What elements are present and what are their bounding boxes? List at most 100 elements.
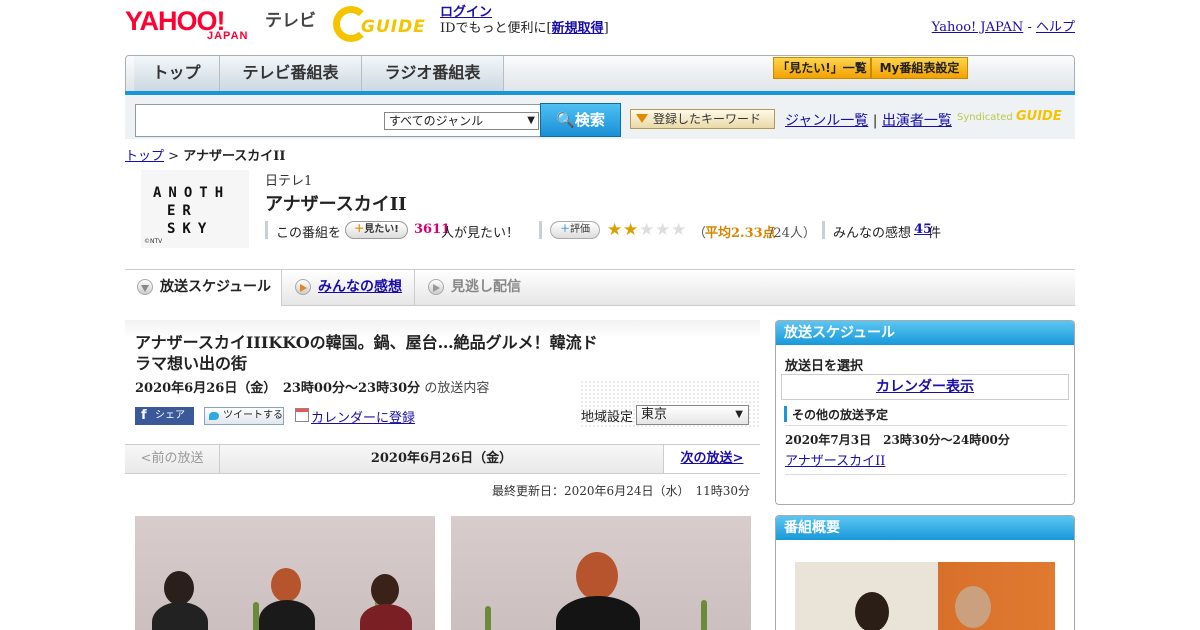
other-schedule-header: その他の放送予定 — [792, 408, 889, 422]
region-value: 東京 — [641, 407, 668, 422]
logo-line-1: ANOTH — [153, 185, 231, 201]
region-label: 地域設定 — [581, 410, 634, 425]
performer-list-link[interactable]: 出演者一覧 — [882, 113, 952, 129]
triangle-down-icon — [636, 114, 648, 123]
episode-datetime: 2020年6月26日（金） 23時00分～23時30分 — [135, 381, 421, 396]
tv-label: テレビ — [265, 11, 316, 31]
calendar-register-link[interactable]: カレンダーに登録 — [295, 407, 415, 426]
rate-button[interactable]: ＋評価 — [550, 221, 600, 239]
other-datetime: 2020年7月3日 23時30分～24時00分 — [785, 433, 1010, 447]
chevron-down-icon: ▼ — [527, 115, 535, 126]
tab-schedule-label: 放送スケジュール — [160, 279, 272, 295]
breadcrumb-current: アナザースカイII — [183, 149, 286, 164]
gguide-text: GUIDE — [361, 17, 426, 37]
rate-button-label: 評価 — [570, 224, 590, 235]
channel-name: 日テレ1 — [265, 174, 313, 189]
program-logo-text: ANOTH ER SKY — [153, 184, 230, 238]
main-content: アナザースカイIIIKKOの韓国。鍋、屋台…絶品グルメ！韓流ドラマ想い出の街 2… — [125, 320, 760, 630]
mitai-button[interactable]: ＋見たい! — [345, 221, 408, 239]
syndicated-logo: GUIDE — [1015, 109, 1062, 124]
person-head — [271, 568, 301, 602]
breadcrumb-sep: > — [168, 149, 180, 164]
tab-streaming: 見逃し配信 — [416, 270, 546, 306]
login-link[interactable]: ログイン — [440, 5, 492, 20]
prev-broadcast: <前の放送 — [125, 445, 220, 473]
person-body — [556, 596, 640, 630]
logo-sub: JAPAN — [207, 30, 249, 42]
chevron-right-icon — [295, 279, 311, 295]
person-head — [955, 586, 991, 628]
tweet-button[interactable]: ツイートする — [204, 407, 284, 425]
tab-schedule[interactable]: 放送スケジュール — [125, 270, 282, 306]
id-suffix: ] — [603, 21, 609, 36]
person-head — [371, 574, 399, 606]
region-select[interactable]: 東京 ▼ — [636, 405, 749, 425]
mitai-list-button[interactable]: 「見たい!」一覧 — [773, 57, 871, 79]
tab-impressions-label[interactable]: みんなの感想 — [318, 279, 402, 295]
person-body — [152, 602, 208, 630]
breadcrumb-top[interactable]: トップ — [125, 149, 164, 164]
person-body — [259, 600, 315, 630]
next-broadcast[interactable]: 次の放送> — [663, 445, 760, 473]
schedule-box: 放送スケジュール 放送日を選択 カレンダー表示 その他の放送予定 2020年7月… — [775, 320, 1075, 505]
genre-list-link[interactable]: ジャンル一覧 — [785, 113, 868, 129]
divider — [785, 425, 1067, 426]
keyword-button[interactable]: 登録したキーワード — [630, 109, 775, 129]
nav-tab-top[interactable]: トップ — [134, 56, 220, 91]
star-empty-icon: ★ — [671, 220, 687, 240]
signup-link[interactable]: 新規取得 — [552, 21, 604, 36]
top-links-separator: - — [1027, 20, 1032, 35]
other-title-link[interactable]: アナザースカイII — [785, 450, 885, 469]
yahoo-japan-logo[interactable]: YAHOO! JAPAN — [125, 6, 262, 46]
schedule-box-header: 放送スケジュール — [776, 321, 1074, 345]
gguide-logo: GUIDE — [333, 6, 435, 42]
calendar-link[interactable]: カレンダー表示 — [876, 379, 974, 395]
divider — [539, 221, 542, 239]
mitai-button-label: 見たい! — [364, 224, 399, 235]
calendar-box[interactable]: カレンダー表示 — [781, 374, 1069, 400]
my-schedule-button[interactable]: My番組表設定 — [871, 57, 968, 79]
facebook-share-button[interactable]: シェア — [135, 407, 194, 425]
nav-tab-radio-schedule[interactable]: ラジオ番組表 — [362, 56, 504, 91]
search-icon: 🔍 — [556, 111, 575, 129]
keyword-button-label: 登録したキーワード — [653, 112, 762, 126]
episode-photo — [135, 516, 435, 630]
login-box: ログイン IDでもっと便利に[新規取得] — [440, 5, 609, 37]
tweet-label: ツイートする — [223, 410, 283, 421]
program-stats: この番組を ＋見たい! 3611 人が見たい！ ＋評価 ★ ★ ★ ★ ★ （ … — [265, 220, 1065, 242]
genre-links: ジャンル一覧 | 出演者一覧 — [785, 110, 952, 130]
nav-tab-tv-schedule[interactable]: テレビ番組表 — [220, 56, 362, 91]
episode-datetime-suffix: の放送内容 — [424, 381, 490, 396]
section-marker — [784, 406, 787, 422]
next-broadcast-link[interactable]: 次の放送> — [681, 451, 744, 466]
episode-title: アナザースカイIIIKKOの韓国。鍋、屋台…絶品グルメ！韓流ドラマ想い出の街 — [135, 333, 598, 373]
tab-impressions[interactable]: みんなの感想 — [283, 270, 415, 306]
main-nav: トップ テレビ番組表 ラジオ番組表 「見たい!」一覧 My番組表設定 — [125, 55, 1075, 92]
syndicated-text: Syndicated — [957, 112, 1013, 123]
last-updated: 最終更新日：2020年6月24日（水） 11時30分 — [492, 484, 750, 498]
episode-datetime-row: 2020年6月26日（金） 23時00分～23時30分 の放送内容 — [135, 377, 489, 396]
chevron-down-icon — [137, 279, 153, 295]
plus-icon: ＋ — [354, 224, 365, 235]
select-date-label: 放送日を選択 — [785, 359, 864, 374]
tab-streaming-label: 見逃し配信 — [451, 279, 521, 295]
chevron-down-icon: ▼ — [735, 409, 743, 420]
divider — [265, 221, 268, 239]
search-button-label: 検索 — [574, 111, 605, 129]
current-date: 2020年6月26日（金） — [370, 451, 513, 466]
share-label: シェア — [155, 410, 185, 421]
plus-icon: ＋ — [560, 224, 570, 235]
logo-line-3: SKY — [167, 221, 214, 237]
mitai-suffix: 人が見たい！ — [441, 226, 520, 241]
episode-header: アナザースカイIIIKKOの韓国。鍋、屋台…絶品グルメ！韓流ドラマ想い出の街 2… — [125, 320, 760, 442]
id-prefix: IDでもっと便利に[ — [440, 21, 552, 36]
genre-select[interactable]: すべてのジャンル ▼ — [384, 112, 539, 130]
yahoo-japan-link[interactable]: Yahoo! JAPAN — [932, 20, 1024, 35]
syndicated-badge: Syndicated GUIDE — [957, 109, 1062, 124]
help-link[interactable]: ヘルプ — [1036, 20, 1075, 35]
overview-box-header: 番組概要 — [776, 516, 1074, 540]
search-input[interactable]: すべてのジャンル ▼ — [135, 104, 541, 137]
search-button[interactable]: 🔍検索 — [540, 103, 621, 137]
star-empty-icon: ★ — [655, 220, 671, 240]
program-logo: ANOTH ER SKY ©NTV — [141, 170, 249, 248]
